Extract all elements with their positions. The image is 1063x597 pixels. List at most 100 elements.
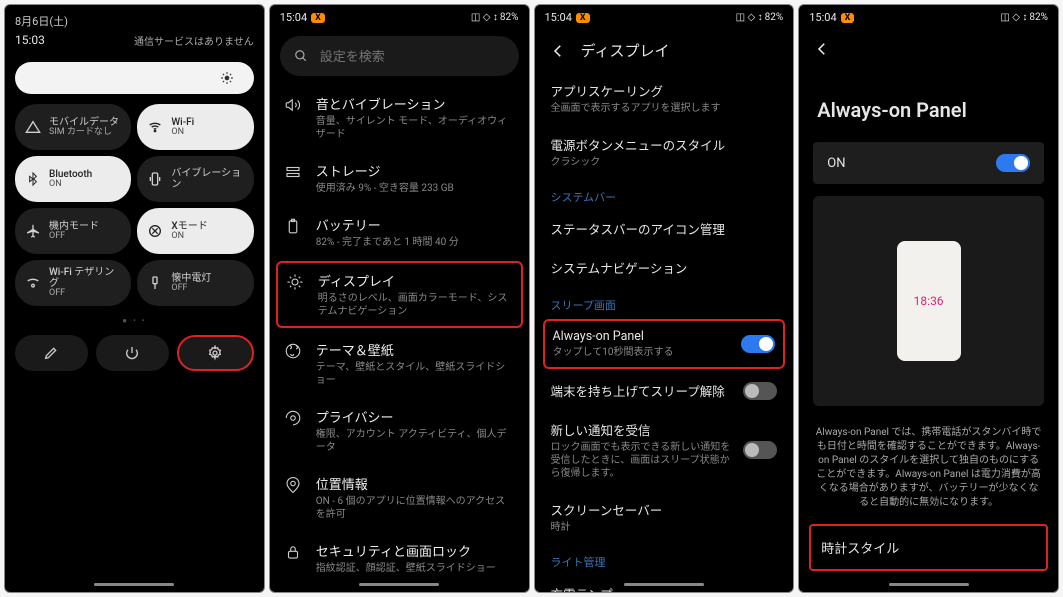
tile-0[interactable]: モバイルデータSIM カードなし	[15, 104, 131, 150]
power-button[interactable]	[96, 335, 169, 371]
row-sub: 時計	[551, 521, 778, 534]
setting-title: バッテリー	[316, 215, 515, 234]
clock-style-row[interactable]: 時計スタイル	[809, 524, 1048, 571]
home-bar[interactable]	[889, 583, 969, 586]
statusbar: 15:04 X ◫ ◇ ↕ 82%	[535, 5, 794, 30]
tile-sub: ON	[171, 128, 194, 138]
back-button[interactable]	[549, 42, 567, 60]
status-time: 15:04	[280, 11, 307, 24]
tile-label: Xモード	[171, 221, 207, 232]
tile-5[interactable]: XモードON	[137, 208, 253, 254]
tile-6[interactable]: Wi-Fi テザリングOFF	[15, 260, 131, 306]
display-row-9[interactable]: スクリーンセーバー時計	[535, 490, 794, 544]
setting-title: 音とバイブレーション	[316, 94, 515, 113]
row-title: 新しい通知を受信	[551, 420, 734, 439]
settings-item-3[interactable]: ディスプレイ明るさのレベル、画面カラーモード、システムナビゲーション	[276, 261, 523, 328]
display-row-0[interactable]: アプリスケーリング全画面で表示するアプリを選択します	[535, 71, 794, 125]
row-title: スクリーンセーバー	[551, 500, 778, 519]
status-battery: 82%	[1029, 12, 1048, 23]
home-bar[interactable]	[94, 583, 174, 586]
setting-icon	[284, 476, 302, 494]
search-input[interactable]	[320, 49, 505, 64]
status-time: 15:04	[545, 11, 572, 24]
settings-item-4[interactable]: テーマ＆壁紙テーマ、壁紙とスタイル、壁紙スライドショー	[270, 330, 529, 397]
setting-sub: 指紋認証、顔認証、壁紙スライドショー	[316, 562, 515, 575]
settings-item-6[interactable]: 位置情報ON - 6 個のアプリに位置情報へのアクセスを許可	[270, 464, 529, 531]
tile-sub: OFF	[171, 284, 211, 294]
back-button[interactable]	[813, 40, 831, 58]
settings-button[interactable]	[177, 335, 254, 371]
tile-sub: ON	[49, 180, 92, 190]
tile-icon	[25, 171, 41, 187]
settings-item-0[interactable]: 音とバイブレーション音量、サイレント モード、オーディオウィザード	[270, 84, 529, 151]
setting-icon	[284, 543, 302, 561]
tile-label: Wi-Fi テザリング	[49, 267, 121, 289]
row-title: システムナビゲーション	[551, 258, 778, 277]
tile-2[interactable]: BluetoothON	[15, 156, 131, 202]
display-row-7[interactable]: 端末を持ち上げてスリープ解除	[535, 371, 794, 410]
setting-title: ストレージ	[316, 161, 515, 180]
master-toggle-row[interactable]: ON	[813, 142, 1044, 184]
statusbar: 15:04 X ◫ ◇ ↕ 82%	[799, 5, 1058, 30]
status-area: 8月6日(土) 15:03 通信サービスはありません	[5, 5, 264, 48]
tile-label: 機内モード	[49, 221, 99, 232]
display-row-3[interactable]: ステータスバーのアイコン管理	[535, 209, 794, 248]
page-title: Always-on Panel	[799, 68, 1058, 142]
screen-display-settings: 15:04 X ◫ ◇ ↕ 82% ディスプレイ アプリスケーリング全画面で表示…	[534, 4, 795, 593]
setting-sub: 権限、アカウント アクティビティ、個人データ	[316, 428, 515, 454]
date: 8月6日(土)	[15, 13, 254, 29]
brightness-slider[interactable]	[15, 62, 254, 94]
setting-sub: テーマ、壁紙とスタイル、壁紙スライドショー	[316, 361, 515, 387]
settings-item-5[interactable]: プライバシー権限、アカウント アクティビティ、個人データ	[270, 397, 529, 464]
tile-4[interactable]: 機内モードOFF	[15, 208, 131, 254]
row-title: Always-on Panel	[553, 329, 732, 344]
display-row-1[interactable]: 電源ボタンメニューのスタイルクラシック	[535, 125, 794, 179]
section-2: システムバー	[535, 179, 794, 209]
preview-time: 18:36	[914, 294, 944, 308]
settings-item-7[interactable]: セキュリティと画面ロック指紋認証、顔認証、壁紙スライドショー	[270, 531, 529, 585]
setting-sub: 82% - 完了まであと 1 時間 40 分	[316, 236, 515, 249]
toggle[interactable]	[743, 382, 777, 400]
row-sub: 全画面で表示するアプリを選択します	[551, 102, 778, 115]
quick-tiles: モバイルデータSIM カードなしWi-FiONBluetoothONバイブレーシ…	[5, 104, 264, 306]
tile-sub: OFF	[49, 289, 121, 299]
tile-3[interactable]: バイブレーション	[137, 156, 253, 202]
row-sub: クラシック	[551, 156, 778, 169]
tile-7[interactable]: 懐中電灯OFF	[137, 260, 253, 306]
tile-sub: SIM カードなし	[49, 128, 119, 138]
settings-item-1[interactable]: ストレージ使用済み 9% - 空き容量 233 GB	[270, 151, 529, 205]
tile-1[interactable]: Wi-FiON	[137, 104, 253, 150]
edit-button[interactable]	[15, 335, 88, 371]
tile-label: Wi-Fi	[171, 117, 194, 128]
tile-icon	[25, 223, 41, 239]
home-bar[interactable]	[624, 583, 704, 586]
setting-title: セキュリティと画面ロック	[316, 541, 515, 560]
search-bar[interactable]	[280, 36, 519, 76]
setting-icon	[284, 96, 302, 114]
display-row-4[interactable]: システムナビゲーション	[535, 248, 794, 287]
setting-icon	[284, 217, 302, 235]
pencil-icon	[43, 345, 59, 361]
setting-sub: 明るさのレベル、画面カラーモード、システムナビゲーション	[318, 292, 513, 318]
toggle[interactable]	[743, 441, 777, 459]
master-toggle[interactable]	[996, 154, 1030, 172]
row-title: 電源ボタンメニューのスタイル	[551, 135, 778, 154]
on-label: ON	[827, 156, 845, 171]
setting-title: ディスプレイ	[318, 271, 513, 290]
arrow-left-icon	[813, 40, 831, 58]
tile-sub: OFF	[49, 232, 99, 242]
display-row-6[interactable]: Always-on Panelタップして10秒間表示する	[543, 319, 786, 369]
setting-icon	[284, 342, 302, 360]
display-row-8[interactable]: 新しい通知を受信ロック画面でも表示できる新しい通知を受信したときに、画面はスリー…	[535, 410, 794, 490]
tile-icon	[147, 275, 163, 291]
display-rows: アプリスケーリング全画面で表示するアプリを選択します電源ボタンメニューのスタイル…	[535, 71, 794, 593]
settings-item-2[interactable]: バッテリー 82% - 完了まであと 1 時間 40 分	[270, 205, 529, 259]
home-bar[interactable]	[359, 583, 439, 586]
status-pill: X	[841, 13, 855, 23]
toggle[interactable]	[741, 335, 775, 353]
tile-label: バイブレーション	[171, 168, 243, 190]
toggle[interactable]	[743, 592, 777, 593]
description-text: Always-on Panel では、携帯電話がスタンバイ時でも日付と時間を確認…	[799, 418, 1058, 518]
settings-item-8[interactable]: 拡張機能ツインアプリ、ジェスチャー操作、タッチ感度	[270, 585, 529, 593]
tile-label: 懐中電灯	[171, 273, 211, 284]
